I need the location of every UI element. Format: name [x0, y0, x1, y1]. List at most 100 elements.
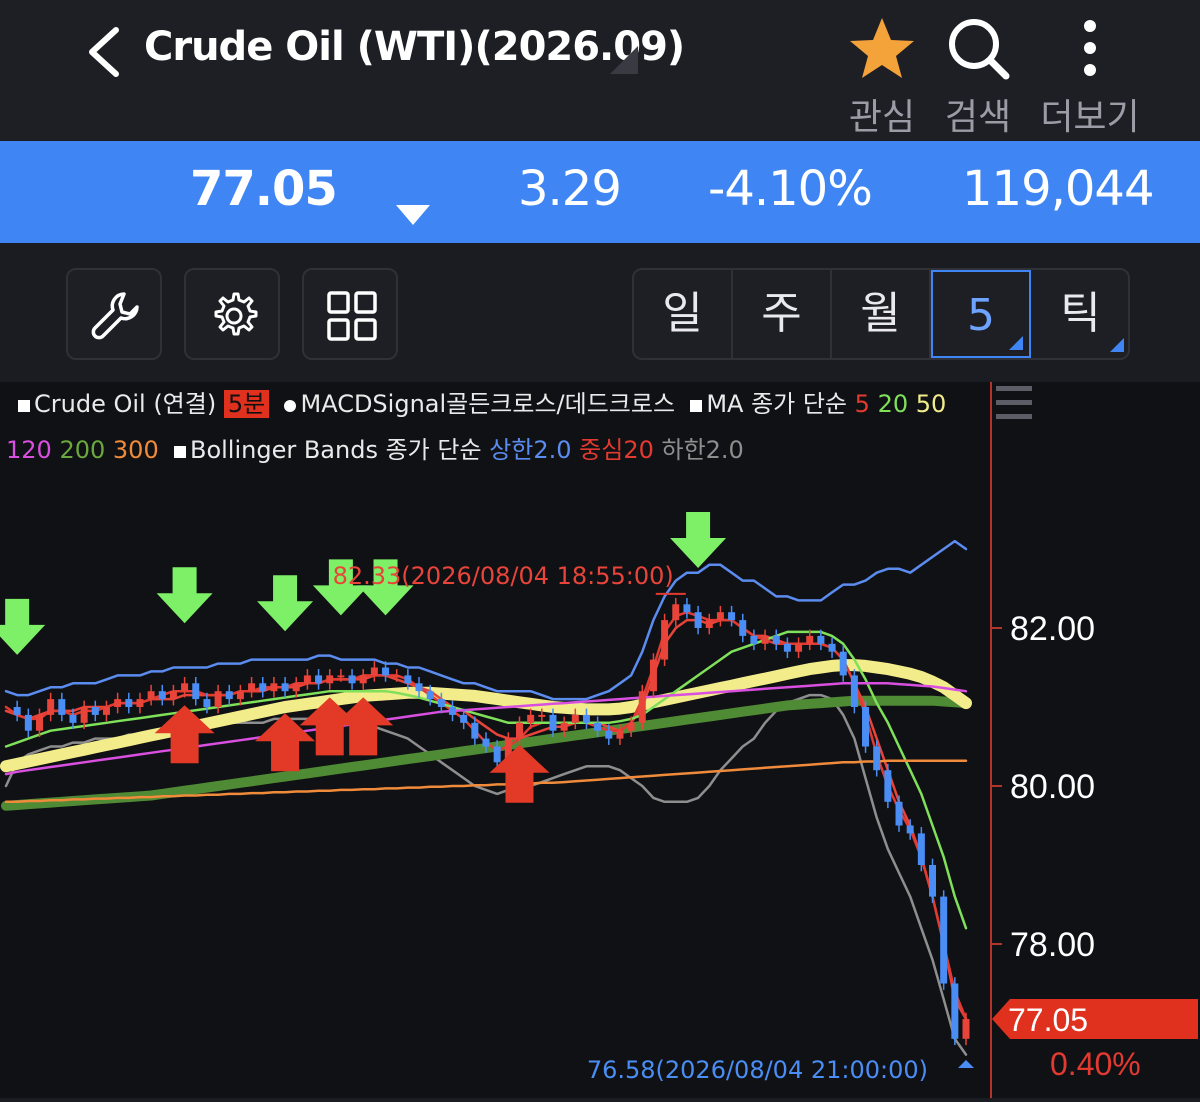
legend-ma200: 200	[59, 436, 106, 464]
candle-body	[929, 865, 937, 897]
tools-button[interactable]	[66, 268, 162, 360]
current-pct-label: 0.40%	[1050, 1046, 1141, 1082]
more-vertical-icon	[1084, 20, 1096, 76]
search-label: 검색	[944, 97, 1012, 138]
candle-body	[716, 612, 724, 621]
candle-body	[248, 683, 256, 692]
candle-body	[292, 683, 300, 692]
price-chart[interactable]: 82.00 80.00 78.00 77.05 0.40% 82.33(2026/08/…	[0, 382, 1200, 1098]
candle-body	[806, 635, 814, 644]
favorite-button[interactable]: 관심	[846, 14, 918, 140]
hamburger-icon[interactable]	[996, 386, 1032, 426]
legend-ma50: 50	[915, 390, 947, 418]
chart-canvas[interactable]: 82.00 80.00 78.00 77.05 0.40% 82.33(2026/08/…	[0, 382, 1200, 1098]
volume: 119,044	[962, 161, 1154, 217]
candle-body	[136, 699, 144, 707]
candle-body	[594, 722, 602, 731]
candle-body	[281, 683, 289, 692]
page-title[interactable]: Crude Oil (WTI)(2026.09)	[144, 24, 685, 70]
candle-body	[437, 699, 445, 707]
candle-body	[426, 691, 434, 700]
candle-body	[359, 675, 367, 684]
candle-body	[259, 683, 267, 692]
candle-body	[728, 612, 736, 621]
price-change-pct: -4.10%	[708, 161, 873, 217]
candle-body	[951, 983, 959, 1039]
more-button[interactable]: 더보기	[1040, 14, 1140, 140]
chart-legend-line2[interactable]: 120 200 300 Bollinger Bands 종가 단순 상한2.0 …	[6, 430, 744, 465]
app-header: Crude Oil (WTI)(2026.09) 관심 검색 더보기	[0, 0, 1200, 140]
candle-body	[382, 667, 390, 676]
current-price-label: 77.05	[1008, 1002, 1088, 1038]
back-button[interactable]	[80, 24, 130, 80]
period-tick[interactable]: 틱	[1031, 270, 1130, 358]
settings-button[interactable]	[184, 268, 280, 360]
candle-body	[605, 730, 613, 739]
candle-body	[862, 707, 870, 747]
y-axis-tick-label: 80.00	[1010, 768, 1095, 806]
y-axis-tick-label: 82.00	[1010, 610, 1095, 648]
y-axis-tick-label: 78.00	[1010, 926, 1095, 964]
period-week[interactable]: 주	[733, 270, 832, 358]
candle-body	[873, 746, 881, 771]
legend-ma300: 300	[112, 436, 159, 464]
legend-bb-upper: 상한2.0	[489, 436, 572, 464]
candle-body	[493, 746, 501, 763]
candle-body	[337, 675, 345, 678]
candle-body	[761, 635, 769, 644]
candle-body	[158, 691, 166, 700]
legend-dot-icon	[284, 400, 297, 412]
price-change: 3.29	[518, 161, 622, 217]
candle-body	[917, 833, 925, 865]
candle-body	[482, 738, 490, 747]
candle-body	[13, 707, 21, 715]
title-dropdown-icon[interactable]	[610, 46, 638, 74]
period-day[interactable]: 일	[634, 270, 733, 358]
candle-body	[672, 604, 680, 621]
candle-body	[460, 714, 468, 723]
legend-bb: Bollinger Bands 종가 단순	[189, 436, 482, 464]
candle-body	[69, 714, 77, 723]
grid-icon	[327, 291, 377, 341]
search-button[interactable]: 검색	[942, 14, 1014, 140]
candle-body	[884, 770, 892, 802]
candle-body	[750, 635, 758, 644]
legend-square-icon	[690, 400, 703, 412]
chart-legend-line1[interactable]: Crude Oil (연결) 5분 MACDSignal골든크로스/데드크로스 …	[18, 384, 946, 419]
candle-body	[404, 675, 412, 684]
candle-body	[47, 699, 55, 715]
candle-body	[906, 825, 914, 834]
layout-button[interactable]	[302, 268, 398, 360]
candle-body	[940, 896, 948, 984]
down-triangle-icon	[396, 181, 430, 237]
more-label: 더보기	[1040, 97, 1140, 138]
candle-body	[850, 675, 858, 707]
legend-ma120: 120	[6, 436, 52, 464]
legend-ma20: 20	[877, 390, 909, 418]
candle-body	[515, 722, 523, 739]
interval-badge: 5분	[223, 390, 270, 418]
gear-icon	[214, 292, 258, 336]
candle-body	[214, 691, 222, 707]
candle-body	[326, 675, 334, 684]
candle-body	[582, 714, 590, 723]
search-icon	[949, 19, 1010, 80]
period-month[interactable]: 월	[832, 270, 931, 358]
candle-body	[828, 643, 836, 652]
favorite-label: 관심	[848, 97, 916, 138]
candle-body	[538, 714, 546, 717]
candle-body	[795, 643, 803, 652]
period-tick-label: 틱	[1060, 288, 1101, 339]
candle-body	[35, 714, 43, 731]
candle-body	[683, 604, 691, 613]
legend-macd: MACDSignal골든크로스/데드크로스	[300, 390, 676, 418]
candle-body	[661, 620, 669, 660]
candle-body	[203, 699, 211, 707]
candle-body	[817, 635, 825, 644]
period-minute[interactable]: 5	[931, 270, 1031, 358]
wrench-icon	[91, 292, 139, 340]
candle-body	[370, 667, 378, 676]
candle-body	[449, 707, 457, 715]
period-selector: 일 주 월 5 틱	[632, 268, 1130, 360]
candle-body	[839, 651, 847, 676]
